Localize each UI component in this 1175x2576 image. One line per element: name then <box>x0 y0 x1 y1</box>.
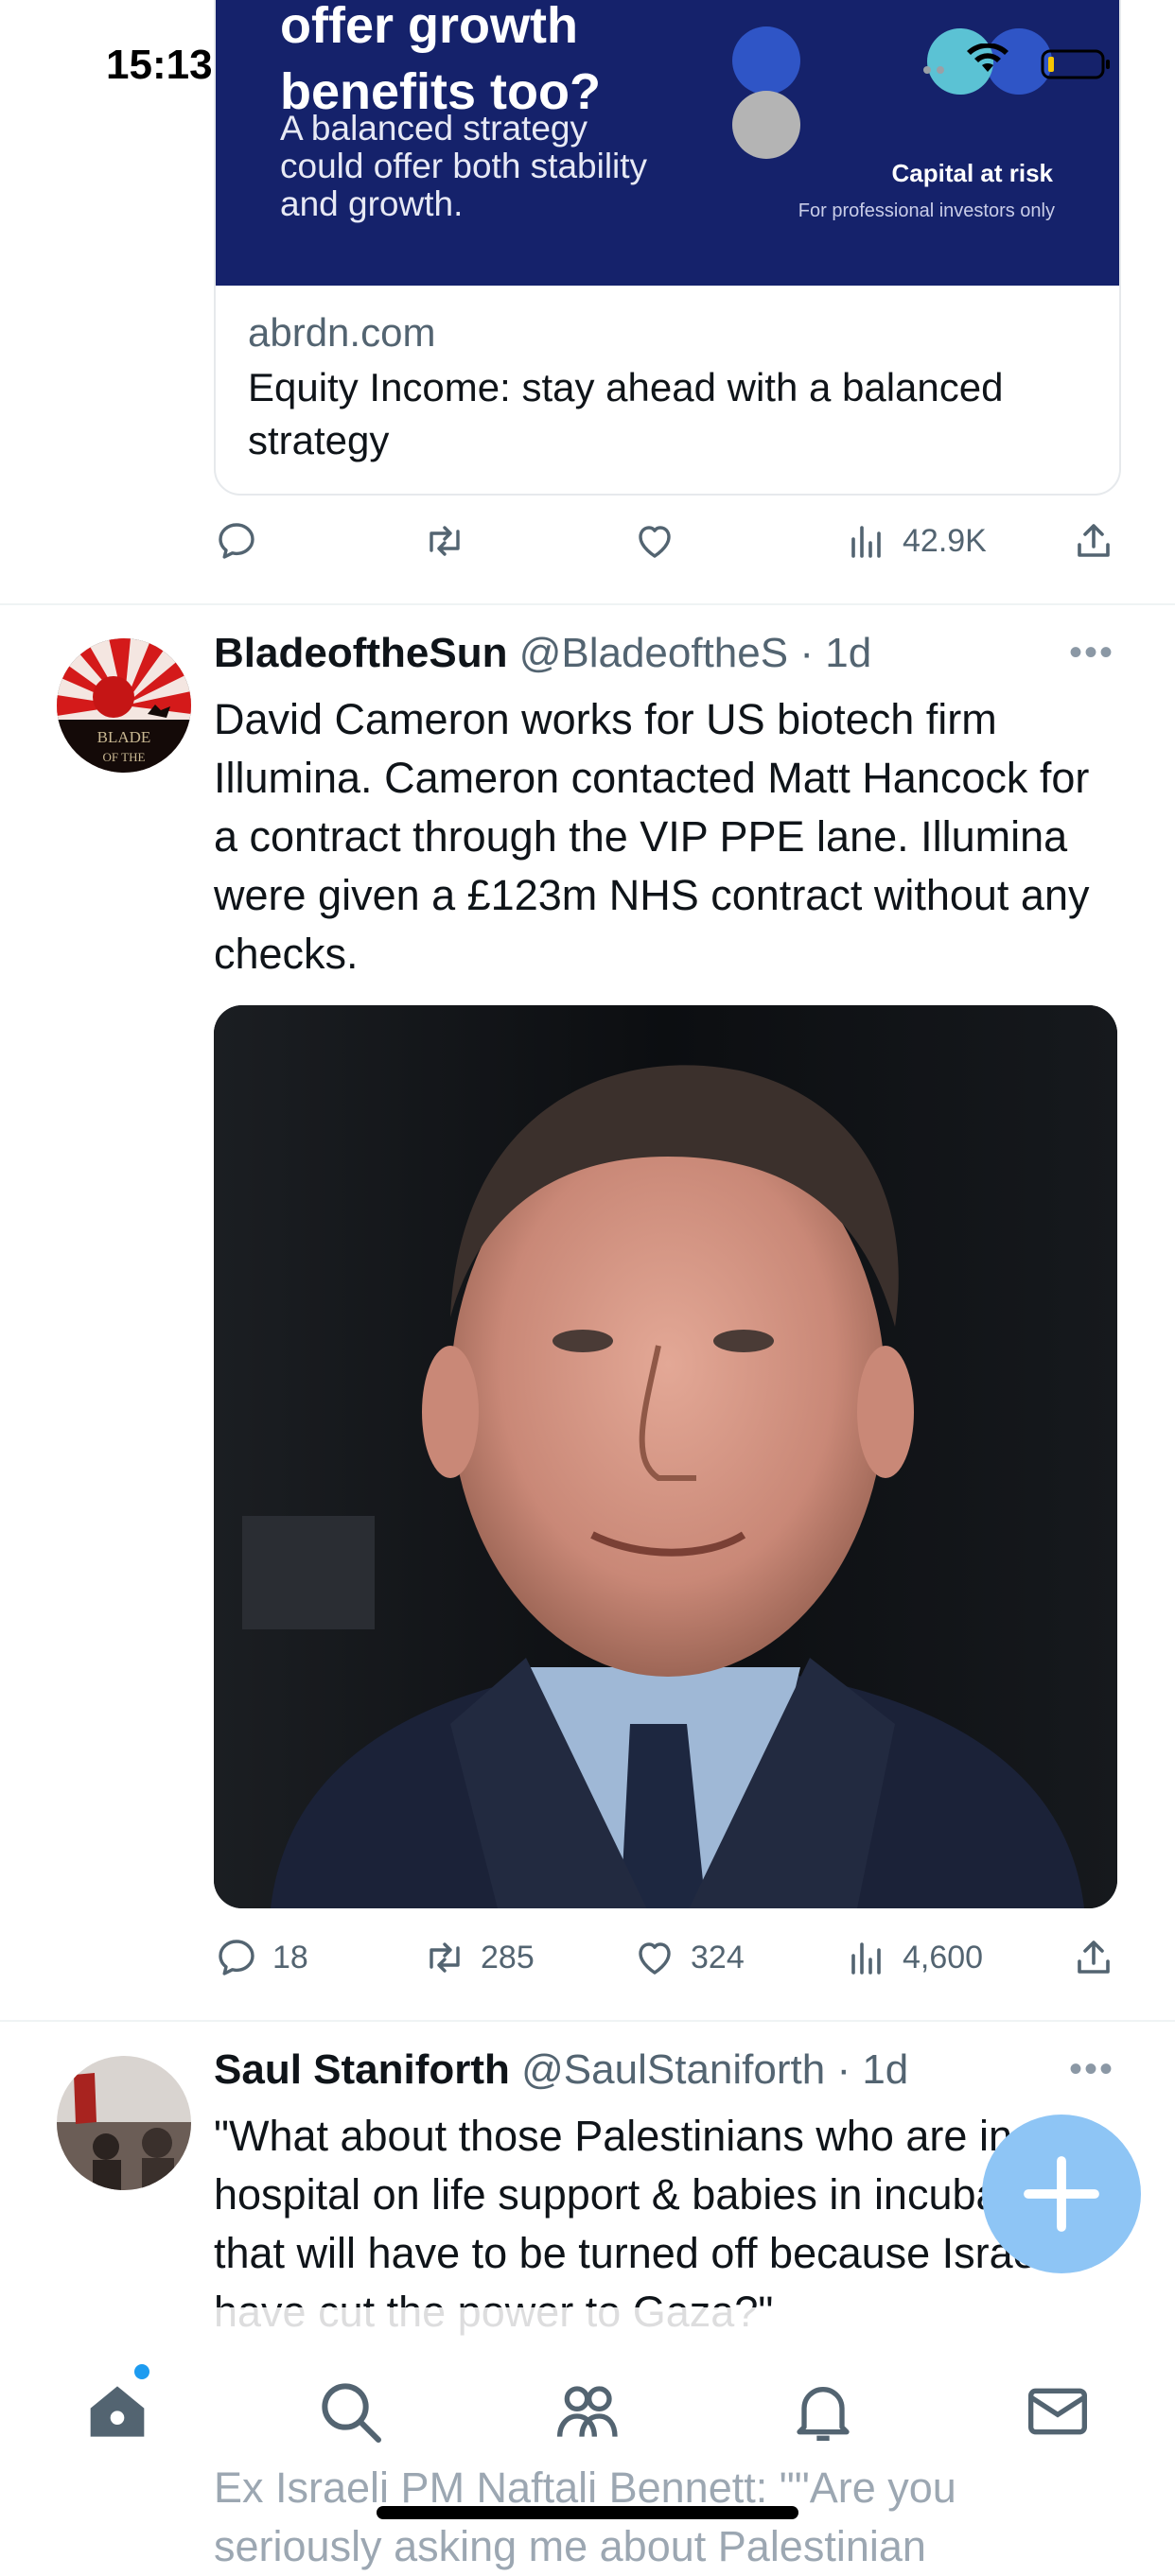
notification-dot <box>134 2364 149 2379</box>
tweet1-more-button[interactable]: ••• <box>1069 632 1114 674</box>
nav-search[interactable] <box>312 2374 388 2449</box>
tweet1-retweet-button[interactable]: 285 <box>422 1935 535 1980</box>
tweet1-photo[interactable] <box>214 1005 1117 1908</box>
portrait-image <box>214 1005 1117 1908</box>
divider <box>0 2020 1175 2022</box>
tweet1-views-count: 4,600 <box>903 1939 984 1976</box>
tweet2-avatar[interactable] <box>57 2056 191 2190</box>
compose-plus-icon <box>1024 2156 1099 2232</box>
reply-icon <box>219 1940 254 1976</box>
more-icon: ••• <box>1069 632 1115 673</box>
heart-icon <box>639 1942 671 1975</box>
tweet1-views-button[interactable]: 4,600 <box>844 1935 983 1980</box>
retweet-icon <box>430 526 460 556</box>
nav-communities[interactable] <box>549 2374 624 2449</box>
tweet1-time: · 1d <box>799 630 872 676</box>
divider <box>0 603 1175 605</box>
tweet1-retweet-count: 285 <box>481 1939 535 1976</box>
nav-home[interactable] <box>79 2364 155 2449</box>
more-icon: ••• <box>1069 2048 1115 2090</box>
search-icon <box>322 2383 381 2443</box>
tweet1-like-count: 324 <box>691 1939 745 1976</box>
heart-icon <box>639 526 671 558</box>
bell-icon <box>797 2387 850 2441</box>
tweet1-like-button[interactable]: 324 <box>632 1935 745 1980</box>
avatar-caption: BLADE <box>97 728 151 746</box>
tweet2-time: · 1d <box>836 2046 909 2093</box>
ad-pro-notice: For professional investors only <box>798 200 1055 221</box>
ad-views-count: 42.9K <box>903 522 987 559</box>
ad-domain[interactable]: abrdn.com <box>248 310 435 356</box>
ad-headline: offer growth benefits too? <box>280 0 601 125</box>
tweet1-reply-count: 18 <box>272 1939 308 1976</box>
ad-subtext: A balanced strategy could offer both sta… <box>280 109 648 223</box>
tweet1-share-button[interactable] <box>1071 1935 1130 1980</box>
home-icon <box>90 2386 145 2437</box>
tweet2-header: Saul Staniforth @SaulStaniforth · 1d <box>214 2046 908 2094</box>
tweet2-author-name[interactable]: Saul Staniforth <box>214 2046 510 2093</box>
ad-dot-blue-left <box>732 26 800 95</box>
avatar-image: BLADE OF THE <box>57 638 191 773</box>
avatar-image <box>57 2056 191 2190</box>
status-time: 15:13 <box>106 42 213 88</box>
tweet1-handle[interactable]: @BladeoftheS <box>519 630 788 676</box>
reply-icon <box>219 523 254 559</box>
ad-retweet-button[interactable] <box>422 518 481 564</box>
ad-reply-button[interactable] <box>214 518 272 564</box>
nav-notifications[interactable] <box>785 2374 861 2449</box>
mail-icon <box>1028 2388 1087 2435</box>
tweet1-author-name[interactable]: BladeoftheSun <box>214 630 507 676</box>
ad-share-button[interactable] <box>1071 518 1130 564</box>
wifi-icon <box>923 43 1110 79</box>
views-icon <box>851 526 881 558</box>
tweet1-reply-button[interactable]: 18 <box>214 1935 308 1980</box>
tweet1-text: David Cameron works for US biotech firm … <box>214 695 1090 978</box>
tweet1-header: BladeoftheSun @BladeoftheS · 1d <box>214 630 871 677</box>
ad-like-button[interactable] <box>632 518 691 564</box>
ad-risk-warning: Capital at risk <box>891 159 1053 187</box>
retweet-icon <box>430 1942 460 1973</box>
ad-headline-line1: offer growth <box>280 0 578 54</box>
views-icon <box>851 1942 881 1975</box>
share-icon <box>1078 524 1110 557</box>
nav-messages[interactable] <box>1020 2374 1096 2449</box>
avatar-caption-2: OF THE <box>103 750 146 764</box>
tweet2-handle[interactable]: @SaulStaniforth <box>521 2046 825 2093</box>
home-indicator[interactable] <box>377 2506 798 2519</box>
tweet1-avatar[interactable]: BLADE OF THE <box>57 638 191 773</box>
tweet2-more-button[interactable]: ••• <box>1069 2048 1114 2091</box>
compose-button[interactable] <box>982 2115 1141 2273</box>
ad-views-button[interactable]: 42.9K <box>844 518 987 564</box>
ad-dot-grey <box>732 91 800 159</box>
communities-icon <box>557 2386 618 2437</box>
ad-link-title[interactable]: Equity Income: stay ahead with a balance… <box>248 361 1005 467</box>
status-icons <box>908 43 1116 81</box>
share-icon <box>1078 1941 1110 1974</box>
